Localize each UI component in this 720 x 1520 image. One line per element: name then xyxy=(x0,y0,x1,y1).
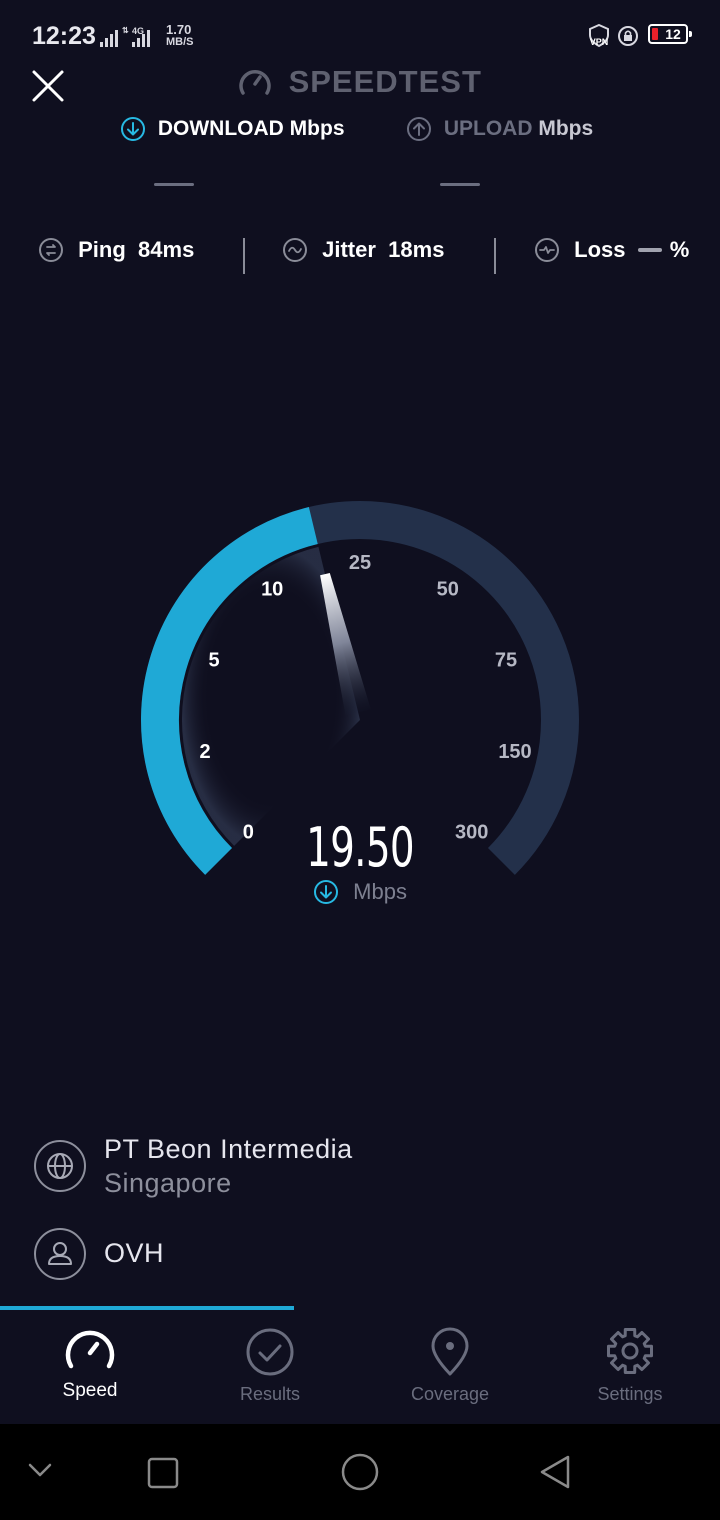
vpn-label: VPN xyxy=(590,37,609,47)
gauge-tick-label: 25 xyxy=(349,552,371,574)
loss-label: Loss xyxy=(574,237,626,263)
system-navigation-bar xyxy=(0,1424,720,1520)
network-speed: 1.70 MB/S xyxy=(166,22,194,48)
tab-settings[interactable]: Settings xyxy=(540,1322,720,1412)
tab-coverage[interactable]: Coverage xyxy=(360,1322,540,1412)
loss-stat: Loss % xyxy=(534,236,689,263)
tab-speed-label: Speed xyxy=(62,1380,118,1401)
back-triangle-icon[interactable] xyxy=(536,1452,576,1492)
battery-indicator: 12 xyxy=(648,24,692,44)
stats-divider xyxy=(494,238,496,274)
ping-value: 84ms xyxy=(138,237,195,263)
provider-button[interactable] xyxy=(34,1140,86,1192)
nav-active-indicator xyxy=(0,1306,294,1310)
download-label: DOWNLOAD xyxy=(157,117,284,140)
download-arrow-icon xyxy=(121,117,145,141)
upload-value-placeholder xyxy=(440,183,480,186)
tab-results-label: Results xyxy=(239,1384,301,1404)
app-header: SPEEDTEST xyxy=(0,64,720,100)
ping-stat: Ping 84ms xyxy=(38,236,194,263)
download-value-placeholder xyxy=(154,183,194,186)
gauge-tick-label: 2 xyxy=(199,741,210,763)
check-circle-icon xyxy=(246,1328,294,1376)
signal-icon: ⇅ 4G xyxy=(100,26,150,47)
gear-icon xyxy=(607,1328,653,1374)
upload-arrow-icon xyxy=(407,117,431,141)
network-speed-unit: MB/S xyxy=(166,36,194,48)
gauge-tick-label: 150 xyxy=(498,741,531,763)
tab-settings-label: Settings xyxy=(597,1384,663,1404)
chevron-down-icon[interactable] xyxy=(26,1460,54,1480)
upload-label: UPLOAD xyxy=(443,117,533,140)
speedometer-logo-icon xyxy=(239,70,271,95)
download-unit: Mbps xyxy=(289,117,345,140)
battery-nub xyxy=(689,31,692,37)
gauge-tick-label: 50 xyxy=(437,579,459,601)
map-pin-icon xyxy=(431,1327,469,1376)
stats-divider xyxy=(243,238,245,274)
upload-header: UPLOAD Mbps xyxy=(406,116,593,142)
battery-fill xyxy=(652,28,658,40)
rotation-lock-icon xyxy=(618,26,638,46)
gauge-tick-label: 5 xyxy=(208,650,219,672)
tab-speed[interactable]: Speed xyxy=(0,1322,180,1412)
loss-value: % xyxy=(669,237,690,263)
provider-name[interactable]: PT Beon Intermedia xyxy=(104,1134,353,1165)
download-header: DOWNLOAD Mbps xyxy=(120,116,345,142)
ping-icon xyxy=(39,238,63,263)
jitter-icon xyxy=(283,238,307,263)
tab-results[interactable]: Results xyxy=(180,1322,360,1412)
gear-outline xyxy=(607,1328,653,1374)
readout-unit-label: Mbps xyxy=(353,879,407,905)
globe-icon xyxy=(47,1153,73,1179)
jitter-stat: Jitter 18ms xyxy=(282,236,444,263)
stats-row: Ping 84ms Jitter 18ms Loss % xyxy=(0,236,720,276)
speed-readout-unit: Mbps xyxy=(0,878,720,905)
tab-coverage-label: Coverage xyxy=(410,1384,490,1404)
loss-placeholder-dash xyxy=(637,248,662,253)
speedometer-icon xyxy=(65,1330,115,1369)
gauge-tick-label: 10 xyxy=(261,579,283,601)
battery-level: 12 xyxy=(665,26,681,42)
status-time: 12:23 xyxy=(32,22,96,50)
recents-square-icon[interactable] xyxy=(146,1456,180,1490)
jitter-value: 18ms xyxy=(388,237,445,263)
status-bar: 12:23 ⇅ 4G 1.70 MB/S VPN 12 xyxy=(0,0,720,70)
network-speed-value: 1.70 xyxy=(166,22,192,37)
ping-label: Ping xyxy=(78,237,126,263)
vpn-icon: VPN xyxy=(589,24,609,48)
server-button[interactable] xyxy=(34,1228,86,1280)
loss-icon xyxy=(535,238,559,263)
jitter-label: Jitter xyxy=(322,237,376,263)
gauge-tick-label: 75 xyxy=(495,650,517,672)
download-arrow-icon xyxy=(314,880,339,905)
server-host[interactable]: OVH xyxy=(104,1238,164,1269)
provider-location: Singapore xyxy=(104,1168,232,1198)
home-circle-icon[interactable] xyxy=(340,1452,380,1492)
upload-unit: Mbps xyxy=(538,117,594,140)
app-title: SPEEDTEST xyxy=(288,64,482,99)
svg-text:⇅: ⇅ xyxy=(122,26,129,35)
person-icon xyxy=(48,1242,72,1265)
speed-readout: 19.50 xyxy=(306,816,414,879)
